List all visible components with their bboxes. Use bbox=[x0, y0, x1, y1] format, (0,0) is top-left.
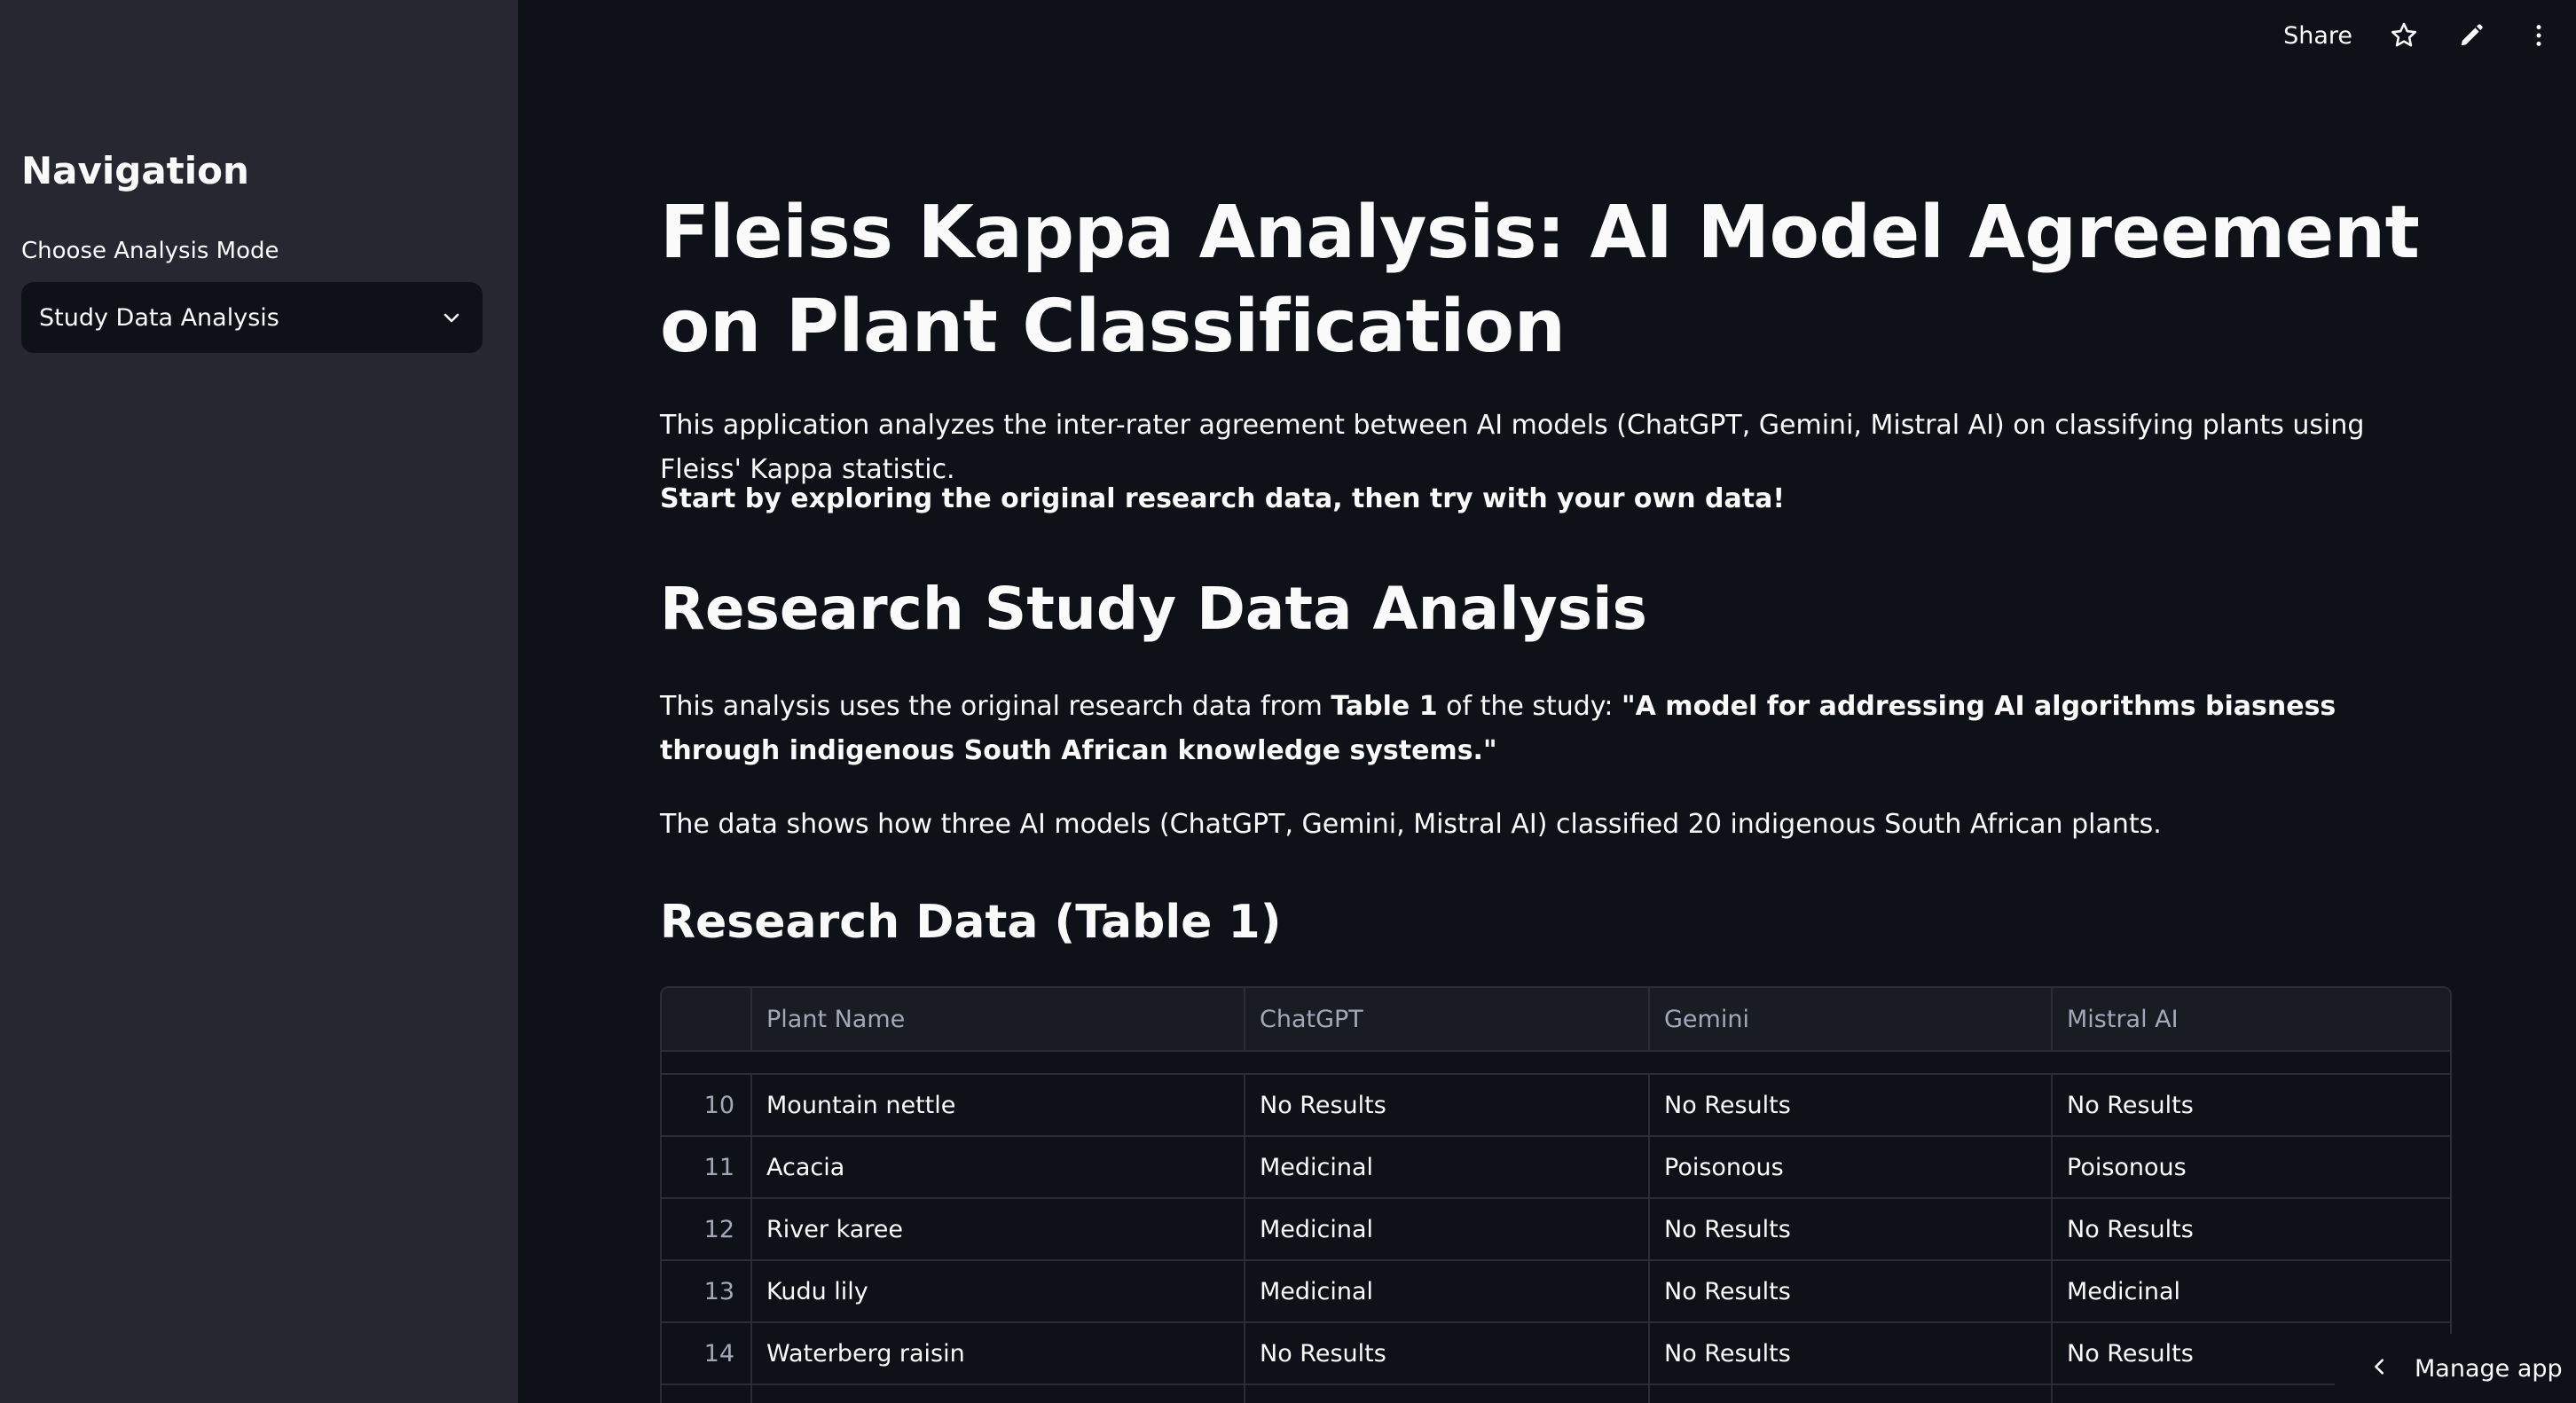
cell-chatgpt[interactable]: Medicinal bbox=[1245, 1199, 1650, 1259]
chevron-down-icon bbox=[438, 304, 465, 331]
cell-chatgpt[interactable]: Medicinal bbox=[1245, 1261, 1650, 1321]
analysis-mode-select[interactable]: Study Data Analysis bbox=[21, 282, 483, 353]
cell-plant-name[interactable]: Kudu lily bbox=[752, 1261, 1245, 1321]
table-heading: Research Data (Table 1) bbox=[660, 896, 1282, 949]
study-table-ref: Table 1 bbox=[1331, 691, 1438, 722]
cell-chatgpt[interactable]: Medicinal bbox=[1245, 1137, 1650, 1197]
table-row[interactable]: 13 Kudu lily Medicinal No Results Medici… bbox=[662, 1261, 2450, 1323]
sidebar: Navigation Choose Analysis Mode Study Da… bbox=[0, 0, 518, 1403]
manage-app-button[interactable]: Manage app bbox=[2335, 1334, 2576, 1403]
cell-plant-name[interactable]: Acacia bbox=[752, 1137, 1245, 1197]
analysis-mode-value: Study Data Analysis bbox=[39, 303, 279, 332]
cell-mistral[interactable]: No Results bbox=[2053, 1199, 2450, 1259]
table-row[interactable]: 11 Acacia Medicinal Poisonous Poisonous bbox=[662, 1137, 2450, 1199]
data-description: The data shows how three AI models (Chat… bbox=[660, 809, 2162, 840]
cell-gemini[interactable]: No Results bbox=[1650, 1075, 2053, 1135]
cell-chatgpt[interactable]: No Results bbox=[1245, 1323, 1650, 1383]
study-text-mid: of the study: bbox=[1437, 691, 1622, 722]
cell-gemini[interactable] bbox=[1650, 1385, 2053, 1403]
table-row[interactable]: 14 Waterberg raisin No Results No Result… bbox=[662, 1323, 2450, 1385]
cell-plant-name[interactable]: River karee bbox=[752, 1199, 1245, 1259]
row-index: 13 bbox=[662, 1261, 752, 1321]
cell-gemini[interactable]: No Results bbox=[1650, 1199, 2053, 1259]
share-button[interactable]: Share bbox=[2283, 22, 2352, 50]
table-row[interactable]: 12 River karee Medicinal No Results No R… bbox=[662, 1199, 2450, 1261]
pencil-icon[interactable] bbox=[2455, 20, 2487, 51]
study-text-prefix: This analysis uses the original research… bbox=[660, 691, 1331, 722]
cell-gemini[interactable]: Poisonous bbox=[1650, 1137, 2053, 1197]
cell-gemini[interactable]: No Results bbox=[1650, 1323, 2053, 1383]
header-toolbar: Share bbox=[2283, 0, 2576, 71]
cell-gemini[interactable]: No Results bbox=[1650, 1261, 2053, 1321]
page-title: Fleiss Kappa Analysis: AI Model Agreemen… bbox=[660, 191, 2420, 369]
table-header-row: Plant Name ChatGPT Gemini Mistral AI bbox=[662, 988, 2450, 1052]
column-header-gemini[interactable]: Gemini bbox=[1650, 988, 2053, 1050]
table-scrolled-row-edge bbox=[662, 1052, 2450, 1075]
row-index: 10 bbox=[662, 1075, 752, 1135]
column-header-chatgpt[interactable]: ChatGPT bbox=[1245, 988, 1650, 1050]
row-index: 12 bbox=[662, 1199, 752, 1259]
table-row-partial[interactable] bbox=[662, 1385, 2450, 1403]
cta-strong: Start by exploring the original research… bbox=[660, 483, 1786, 514]
study-text: This analysis uses the original research… bbox=[660, 685, 2452, 773]
cell-plant-name[interactable] bbox=[752, 1385, 1245, 1403]
research-data-table[interactable]: Plant Name ChatGPT Gemini Mistral AI 10 … bbox=[660, 986, 2452, 1403]
app-root: Navigation Choose Analysis Mode Study Da… bbox=[0, 0, 2576, 1403]
cell-mistral[interactable]: Medicinal bbox=[2053, 1261, 2450, 1321]
cell-plant-name[interactable]: Waterberg raisin bbox=[752, 1323, 1245, 1383]
column-header-mistral[interactable]: Mistral AI bbox=[2053, 988, 2450, 1050]
index-header bbox=[662, 988, 752, 1050]
column-header-plant-name[interactable]: Plant Name bbox=[752, 988, 1245, 1050]
sidebar-title: Navigation bbox=[21, 149, 249, 192]
section-title: Research Study Data Analysis bbox=[660, 575, 1647, 643]
row-index: 11 bbox=[662, 1137, 752, 1197]
star-icon[interactable] bbox=[2388, 20, 2420, 51]
cell-mistral[interactable]: No Results bbox=[2053, 1075, 2450, 1135]
cell-chatgpt[interactable]: No Results bbox=[1245, 1075, 1650, 1135]
cell-mistral[interactable]: Poisonous bbox=[2053, 1137, 2450, 1197]
manage-app-label: Manage app bbox=[2415, 1354, 2563, 1383]
cell-chatgpt[interactable] bbox=[1245, 1385, 1650, 1403]
table-row[interactable]: 10 Mountain nettle No Results No Results… bbox=[662, 1075, 2450, 1137]
chevron-left-icon bbox=[2370, 1355, 2390, 1383]
cell-plant-name[interactable]: Mountain nettle bbox=[752, 1075, 1245, 1135]
analysis-mode-label: Choose Analysis Mode bbox=[21, 238, 279, 264]
cta-text: Start by exploring the original research… bbox=[660, 477, 2452, 521]
row-index: 14 bbox=[662, 1323, 752, 1383]
more-vertical-icon[interactable] bbox=[2523, 20, 2555, 51]
row-index bbox=[662, 1385, 752, 1403]
